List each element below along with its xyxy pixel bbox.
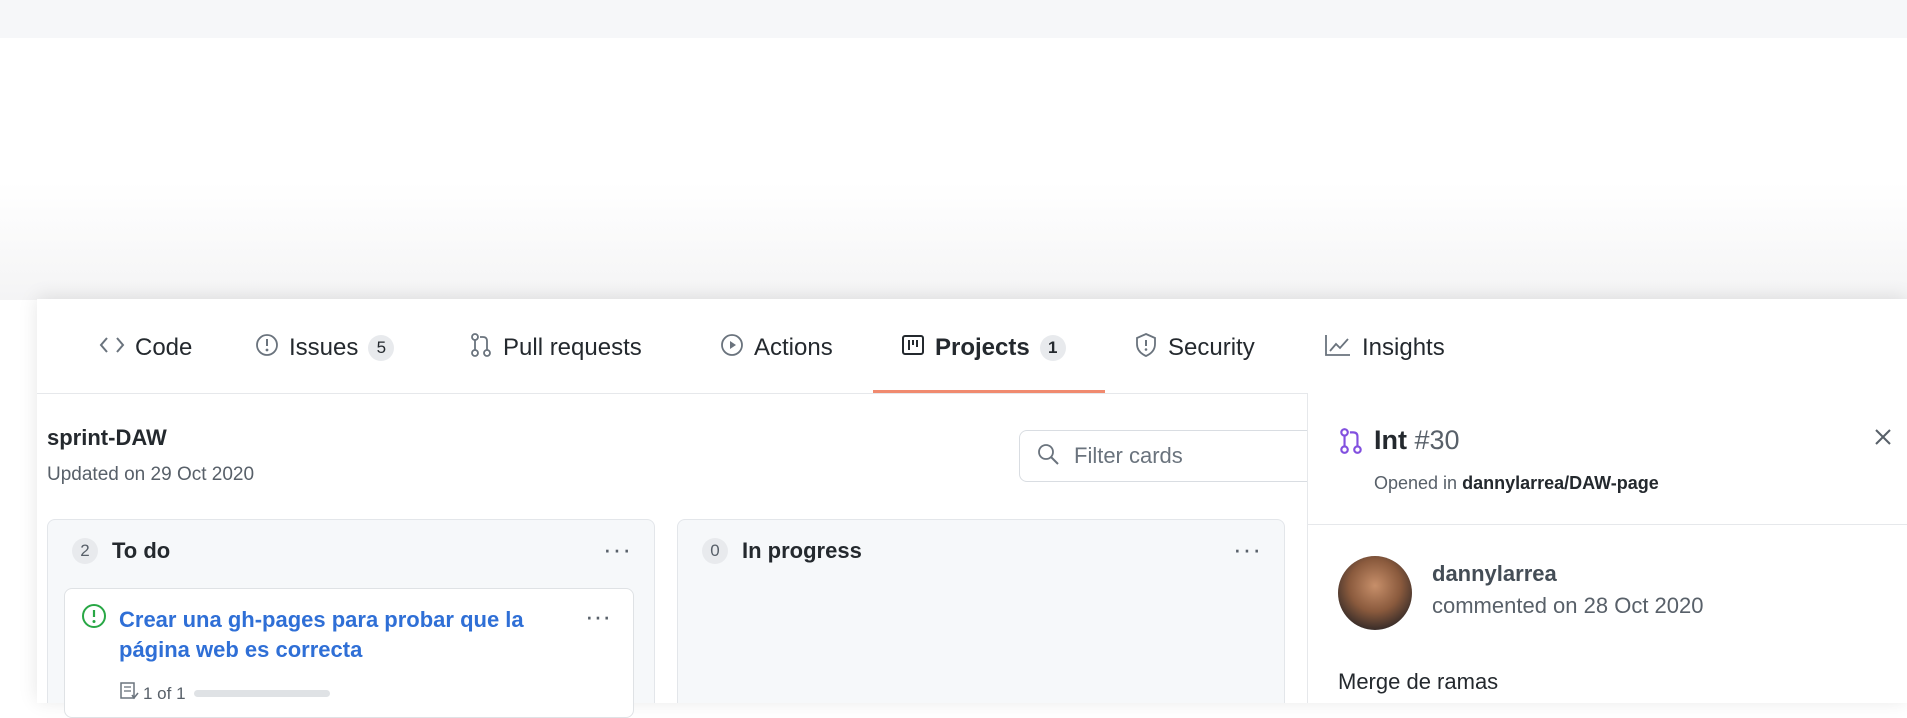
- tab-actions[interactable]: Actions: [720, 333, 833, 363]
- code-icon: [99, 334, 125, 362]
- task-progress: 1 of 1: [119, 681, 330, 706]
- filter-cards-field[interactable]: [1019, 430, 1319, 482]
- tab-actions-label: Actions: [754, 334, 833, 361]
- tab-pull-requests-label: Pull requests: [503, 334, 642, 361]
- tab-pull-requests[interactable]: Pull requests: [469, 332, 642, 365]
- card-title-link[interactable]: Crear una gh-pages para probar que la pá…: [119, 605, 559, 665]
- checklist-icon: [119, 681, 139, 706]
- column-title: To do: [112, 538, 171, 563]
- pr-title[interactable]: Int #30: [1374, 425, 1460, 456]
- search-icon: [1036, 442, 1060, 471]
- opened-in: Opened in dannylarrea/DAW-page: [1374, 473, 1659, 494]
- tab-projects-label: Projects: [935, 334, 1030, 361]
- card-menu-button[interactable]: ···: [585, 601, 611, 632]
- tab-code[interactable]: Code: [99, 333, 192, 363]
- backdrop: [0, 38, 1907, 300]
- close-icon[interactable]: [1873, 427, 1893, 452]
- pr-title-text: Int: [1374, 425, 1407, 455]
- graph-icon: [1324, 333, 1352, 364]
- opened-prefix: Opened in: [1374, 473, 1458, 493]
- tab-issues-label: Issues: [289, 334, 359, 361]
- tab-security-label: Security: [1168, 334, 1255, 361]
- tab-code-label: Code: [135, 334, 193, 361]
- column-header: 2 To do: [72, 538, 170, 564]
- column-count: 2: [72, 538, 98, 564]
- column-title: In progress: [742, 538, 862, 563]
- column-in-progress: 0 In progress ···: [677, 519, 1285, 703]
- issue-icon: [255, 333, 279, 364]
- project-updated: Updated on 29 Oct 2020: [47, 464, 255, 485]
- pr-number: #30: [1414, 425, 1460, 455]
- comment-body: Merge de ramas: [1338, 669, 1499, 694]
- project-icon: [901, 333, 925, 364]
- filter-cards-input[interactable]: [1072, 442, 1306, 470]
- repo-link[interactable]: dannylarrea/DAW-page: [1462, 473, 1659, 493]
- tab-insights[interactable]: Insights: [1324, 333, 1445, 363]
- column-menu-button[interactable]: ···: [603, 534, 632, 565]
- repo-nav: Code Issues 5 Pull requests Actions Proj…: [37, 299, 1907, 394]
- progress-bar: [193, 690, 330, 697]
- card-detail-panel: Int #30 Opened in dannylarrea/DAW-page d…: [1307, 393, 1907, 703]
- column-header: 0 In progress: [702, 538, 862, 564]
- project-title: sprint-DAW: [47, 425, 167, 450]
- tab-issues[interactable]: Issues 5: [255, 333, 395, 364]
- column-to-do: 2 To do ··· Crear una gh-pages para prob…: [47, 519, 655, 718]
- open-issue-icon: [81, 603, 107, 634]
- tab-projects[interactable]: Projects 1: [901, 333, 1066, 363]
- tab-insights-label: Insights: [1362, 334, 1445, 361]
- repository-window: Code Issues 5 Pull requests Actions Proj…: [37, 299, 1907, 718]
- column-count: 0: [702, 538, 728, 564]
- column-menu-button[interactable]: ···: [1233, 534, 1262, 565]
- comment-author[interactable]: dannylarrea: [1432, 561, 1557, 587]
- projects-counter: 1: [1039, 335, 1066, 361]
- shield-icon: [1134, 332, 1158, 365]
- tab-security[interactable]: Security: [1134, 332, 1255, 365]
- active-tab-underline: [873, 390, 1105, 393]
- issues-counter: 5: [368, 335, 395, 361]
- panel-header: Int #30 Opened in dannylarrea/DAW-page: [1308, 393, 1907, 525]
- browser-top-bar: [0, 0, 1907, 38]
- issue-card[interactable]: Crear una gh-pages para probar que la pá…: [64, 588, 634, 718]
- avatar[interactable]: [1338, 556, 1412, 630]
- progress-text: 1 of 1: [143, 683, 186, 703]
- comment-date: commented on 28 Oct 2020: [1432, 593, 1704, 618]
- play-icon: [720, 333, 744, 364]
- pull-request-icon: [1338, 427, 1364, 460]
- pull-request-icon: [469, 332, 493, 365]
